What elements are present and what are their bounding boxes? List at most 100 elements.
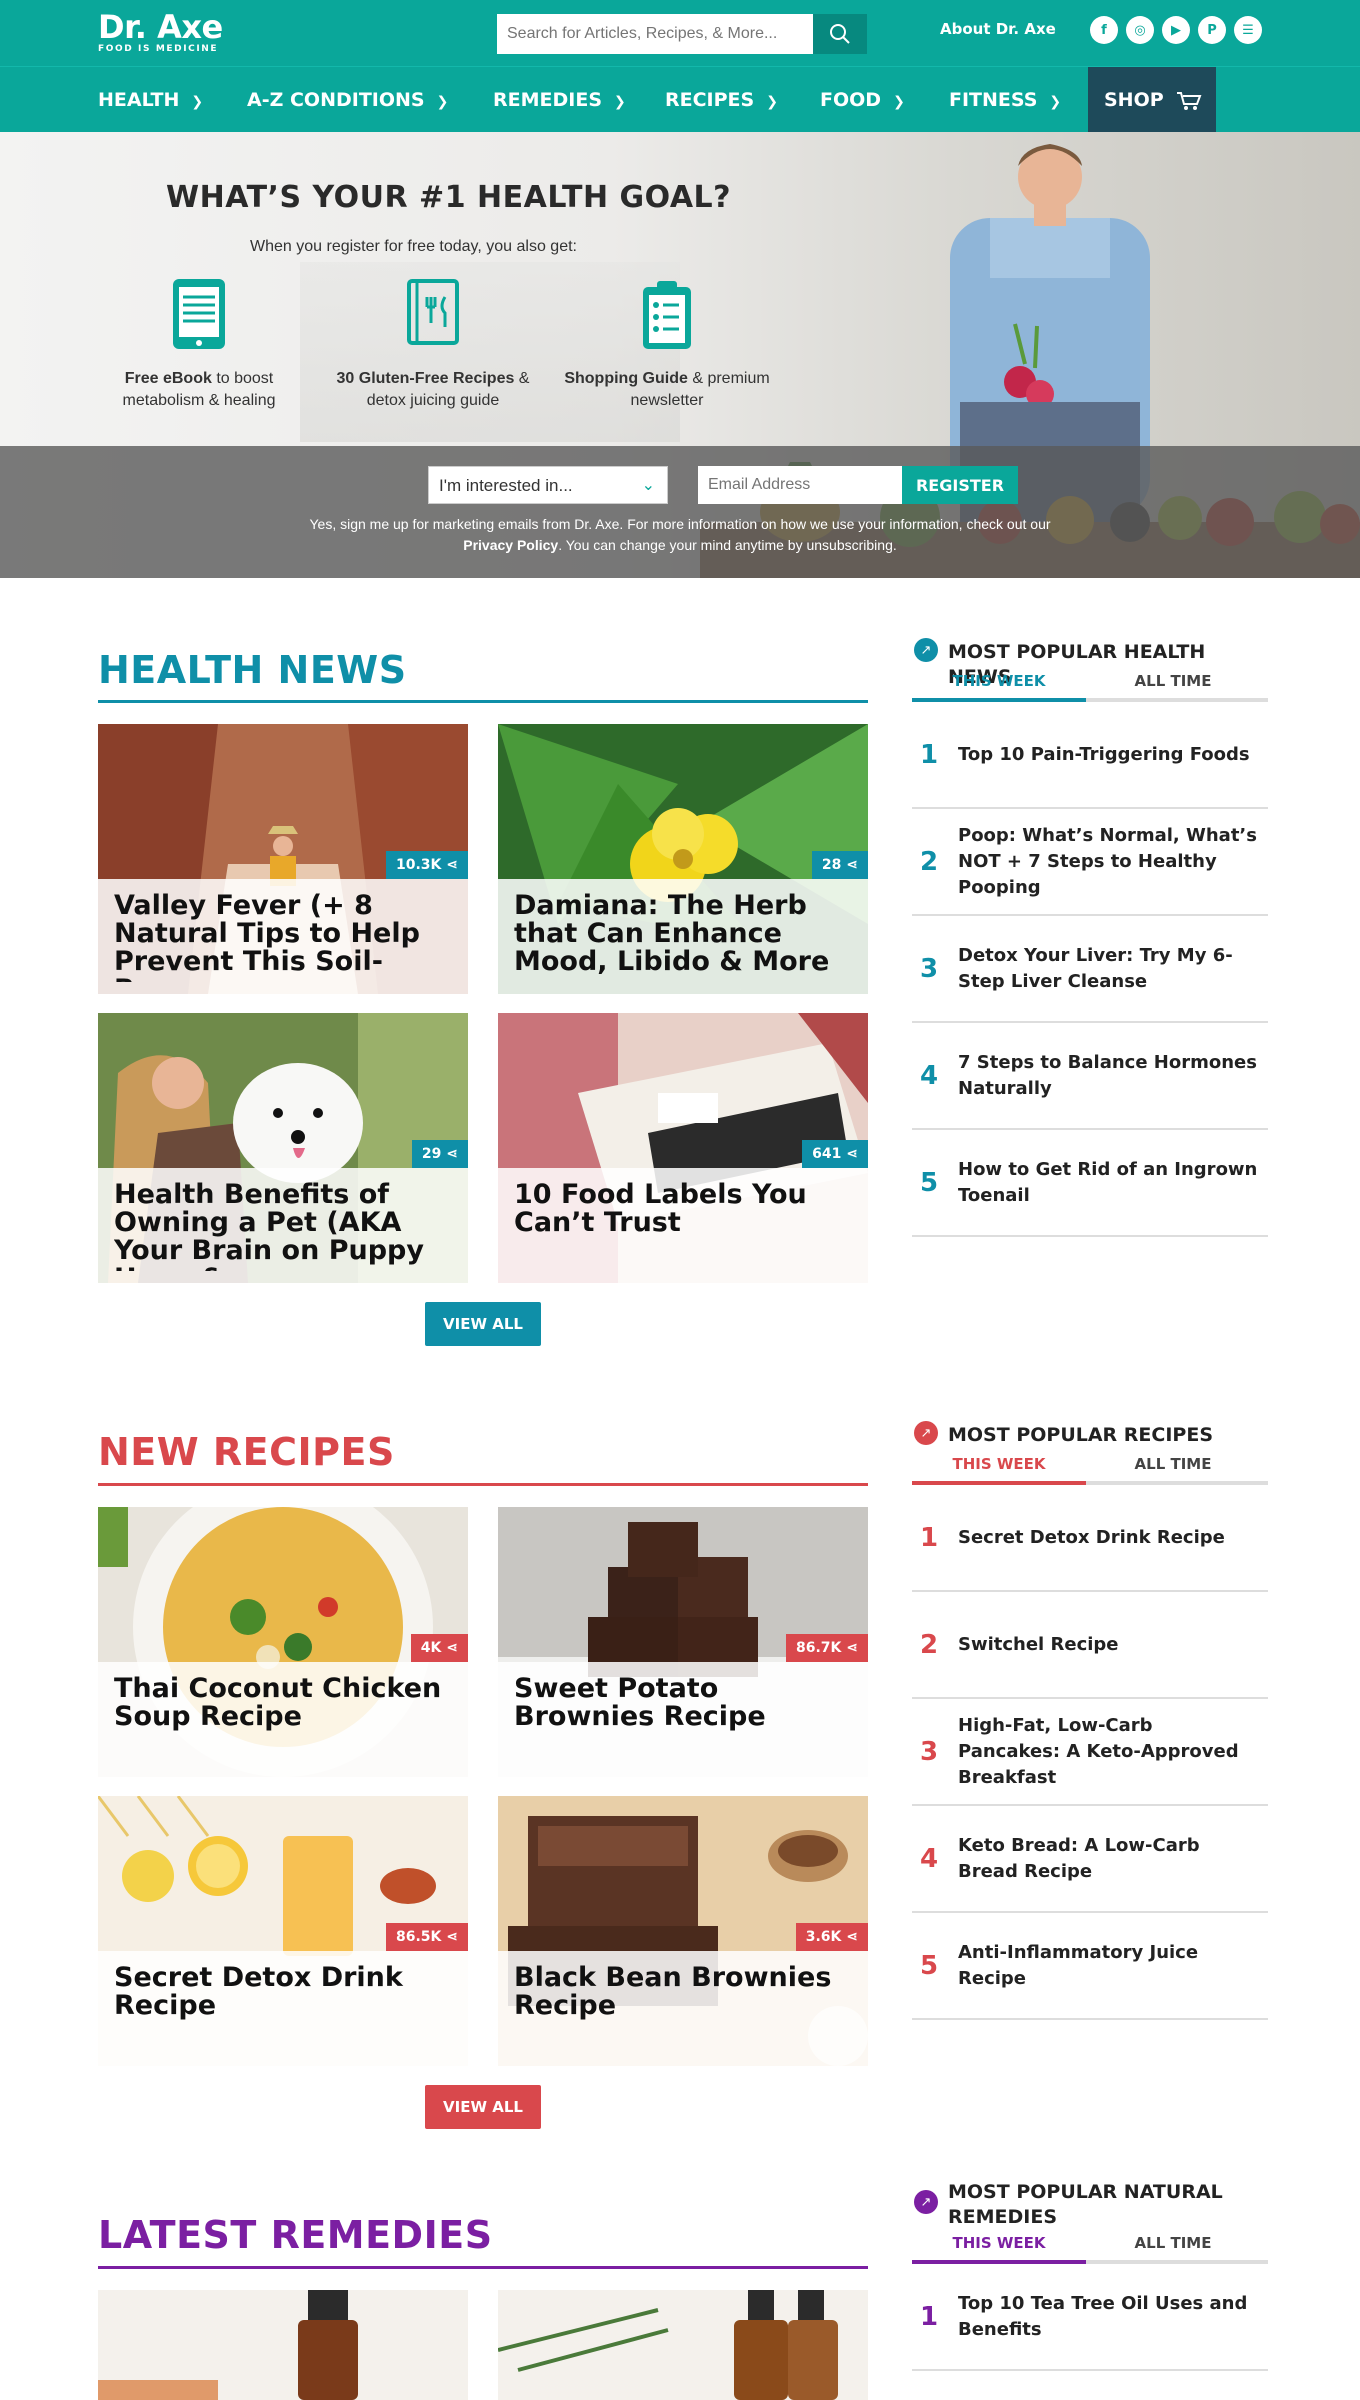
perk-shopping-guide: Shopping Guide & premium newsletter	[562, 277, 772, 412]
popular-item[interactable]: 2 Switchel Recipe	[912, 1592, 1268, 1699]
share-icon: ⋖	[446, 857, 458, 873]
share-count-badge[interactable]: 28 ⋖	[811, 851, 868, 879]
rank-number: 3	[920, 953, 939, 984]
instagram-icon[interactable]: ◎	[1126, 16, 1154, 44]
popular-item-title: Detox Your Liver: Try My 6-Step Liver Cl…	[958, 944, 1233, 992]
recipe-card[interactable]: Black Bean Brownies Recipe 3.6K ⋖	[498, 1796, 868, 2066]
popular-item[interactable]: 3 High-Fat, Low-Carb Pancakes: A Keto-App…	[912, 1699, 1268, 1806]
widget-header: ↗ MOST POPULAR NATURAL REMEDIES	[912, 2176, 1268, 2228]
site-logo[interactable]: Dr. Axe FOOD IS MEDICINE	[98, 10, 223, 55]
search-button[interactable]	[813, 14, 867, 54]
nav-item-label: REMEDIES	[493, 89, 602, 111]
search-input[interactable]	[497, 14, 813, 54]
popular-item[interactable]: 4 Keto Bread: A Low-Carb Bread Recipe	[912, 1806, 1268, 1913]
share-count-badge[interactable]: 86.7K ⋖	[786, 1634, 868, 1662]
article-card[interactable]: Valley Fever (+ 8 Natural Tips to Help P…	[98, 724, 468, 994]
main-nav: HEALTH ❯ A-Z CONDITIONS ❯ REMEDIES ❯ RECIPE…	[0, 66, 1360, 133]
popular-item-title: 7 Steps to Balance Hormones Naturally	[958, 1051, 1257, 1099]
popular-item[interactable]: 2 Poop: What’s Normal, What’s NOT + 7 Ste…	[912, 809, 1268, 916]
nav-item-label: FOOD	[820, 89, 882, 111]
recipe-card[interactable]: Secret Detox Drink Recipe 86.5K ⋖	[98, 1796, 468, 2066]
nav-item-health[interactable]: HEALTH ❯	[98, 67, 203, 133]
popular-item[interactable]: 1 Top 10 Tea Tree Oil Uses and Benefits	[912, 2264, 1268, 2371]
tab-this-week[interactable]: THIS WEEK	[912, 2234, 1086, 2252]
popular-item[interactable]: 1 Secret Detox Drink Recipe	[912, 1485, 1268, 1592]
search-icon	[830, 24, 850, 44]
share-icon: ⋖	[446, 1640, 458, 1656]
share-count-badge[interactable]: 3.6K ⋖	[795, 1923, 868, 1951]
share-count: 86.5K	[396, 1929, 442, 1945]
cart-icon	[1177, 91, 1202, 110]
tab-this-week[interactable]: THIS WEEK	[912, 672, 1086, 690]
share-count: 86.7K	[796, 1640, 842, 1656]
view-all-health-button[interactable]: VIEW ALL	[425, 1302, 541, 1346]
tab-all-time[interactable]: ALL TIME	[1086, 672, 1260, 690]
share-icon: ⋖	[846, 1146, 858, 1162]
nav-item-conditions[interactable]: A-Z CONDITIONS ❯	[247, 67, 448, 133]
share-count: 641	[812, 1146, 842, 1162]
facebook-icon[interactable]: f	[1090, 16, 1118, 44]
remedy-image	[98, 2290, 468, 2400]
chevron-down-icon: ❯	[1049, 94, 1062, 110]
tab-this-week[interactable]: THIS WEEK	[912, 1455, 1086, 1473]
share-count-badge[interactable]: 86.5K ⋖	[386, 1923, 468, 1951]
hero-title: WHAT’S YOUR #1 HEALTH GOAL?	[166, 180, 732, 215]
share-count-badge[interactable]: 641 ⋖	[802, 1140, 868, 1168]
popular-item-title: Keto Bread: A Low-Carb Bread Recipe	[958, 1834, 1200, 1882]
tab-all-time[interactable]: ALL TIME	[1086, 2234, 1260, 2252]
share-count-badge[interactable]: 4K ⋖	[410, 1634, 468, 1662]
widget-tabs: THIS WEEK ALL TIME	[912, 1449, 1268, 1485]
email-field[interactable]	[698, 466, 902, 504]
article-card[interactable]: Damiana: The Herb that Can Enhance Mood,…	[498, 724, 868, 994]
hero-banner: WHAT’S YOUR #1 HEALTH GOAL? When you reg…	[0, 132, 1360, 578]
signup-form: I'm interested in... ⌄ REGISTER Yes, sig…	[0, 446, 1360, 578]
section-rule	[98, 2266, 868, 2269]
interest-select[interactable]: I'm interested in... ⌄	[428, 466, 668, 504]
popular-item-title: Top 10 Tea Tree Oil Uses and Benefits	[958, 2292, 1248, 2340]
popular-item[interactable]: 5 Anti-Inflammatory Juice Recipe	[912, 1913, 1268, 2020]
register-button[interactable]: REGISTER	[902, 466, 1018, 504]
pinterest-icon[interactable]: P	[1198, 16, 1226, 44]
chevron-down-icon: ❯	[614, 94, 626, 110]
nav-item-food[interactable]: FOOD ❯	[820, 67, 905, 133]
nav-item-fitness[interactable]: FITNESS ❯	[949, 67, 1061, 133]
article-title: 10 Food Labels You Can’t Trust	[514, 1181, 807, 1237]
rank-number: 3	[920, 1736, 939, 1767]
perk-bold: Free eBook	[124, 370, 212, 387]
rank-number: 2	[920, 1629, 939, 1660]
remedy-card[interactable]	[498, 2290, 868, 2400]
article-title: Damiana: The Herb that Can Enhance Mood,…	[514, 892, 830, 976]
recipe-title: Black Bean Brownies Recipe	[514, 1964, 832, 2020]
recipe-card[interactable]: Thai Coconut Chicken Soup Recipe 4K ⋖	[98, 1507, 468, 1777]
about-link[interactable]: About Dr. Axe	[940, 20, 1056, 38]
article-card[interactable]: 10 Food Labels You Can’t Trust 641 ⋖	[498, 1013, 868, 1283]
chevron-down-icon: ❯	[191, 94, 204, 110]
page: Dr. Axe FOOD IS MEDICINE About Dr. Axe f…	[0, 0, 1360, 2400]
popular-health-widget: ↗ MOST POPULAR HEALTH NEWS THIS WEEK ALL…	[912, 636, 1268, 1237]
popular-item[interactable]: 3 Detox Your Liver: Try My 6-Step Liver C…	[912, 916, 1268, 1023]
remedy-card[interactable]	[98, 2290, 468, 2400]
popular-remedies-widget: ↗ MOST POPULAR NATURAL REMEDIES THIS WEE…	[912, 2176, 1268, 2371]
privacy-policy-link[interactable]: Privacy Policy	[463, 537, 558, 553]
rss-icon[interactable]: ☰	[1234, 16, 1262, 44]
chevron-down-icon: ⌄	[641, 477, 655, 494]
view-all-recipes-button[interactable]: VIEW ALL	[425, 2085, 541, 2129]
nav-item-remedies[interactable]: REMEDIES ❯	[493, 67, 626, 133]
popular-item-title: Secret Detox Drink Recipe	[958, 1526, 1225, 1548]
popular-item[interactable]: 4 7 Steps to Balance Hormones Naturally	[912, 1023, 1268, 1130]
nav-item-label: A-Z CONDITIONS	[247, 89, 425, 111]
popular-item-title: Anti-Inflammatory Juice Recipe	[958, 1941, 1199, 1989]
nav-item-recipes[interactable]: RECIPES ❯	[665, 67, 778, 133]
recipe-card[interactable]: Sweet Potato Brownies Recipe 86.7K ⋖	[498, 1507, 868, 1777]
search-bar	[497, 14, 867, 54]
article-card[interactable]: Health Benefits of Owning a Pet (AKA You…	[98, 1013, 468, 1283]
trending-icon: ↗	[914, 2190, 938, 2214]
share-count-badge[interactable]: 29 ⋖	[411, 1140, 468, 1168]
popular-item[interactable]: 5 How to Get Rid of an Ingrown Toenail	[912, 1130, 1268, 1237]
nav-shop[interactable]: SHOP	[1088, 67, 1216, 133]
popular-item[interactable]: 1 Top 10 Pain-Triggering Foods	[912, 702, 1268, 809]
share-count-badge[interactable]: 10.3K ⋖	[386, 851, 468, 879]
youtube-icon[interactable]: ▶	[1162, 16, 1190, 44]
tab-all-time[interactable]: ALL TIME	[1086, 1455, 1260, 1473]
widget-title: MOST POPULAR RECIPES	[948, 1424, 1214, 1446]
